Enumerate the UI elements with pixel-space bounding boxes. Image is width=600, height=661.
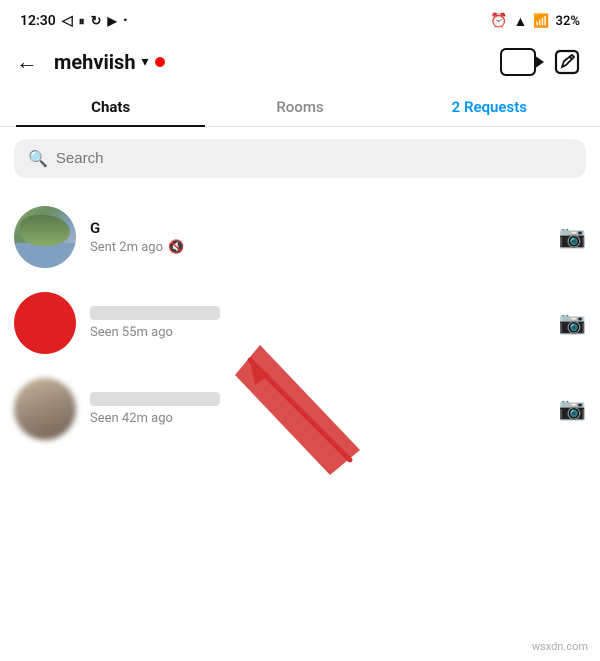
tab-requests[interactable]: 2 Requests <box>395 88 584 126</box>
status-right: ⏰ ▲ 📶 32% <box>490 13 580 30</box>
header-left: ← mehviish ▾ <box>16 49 165 75</box>
header-right <box>500 48 584 76</box>
chat-item-3[interactable]: Seen 42m ago 📷 <box>0 366 600 452</box>
battery-percent: 32% <box>556 14 580 29</box>
chat-item-1[interactable]: G Sent 2m ago 🔇 📷 <box>0 194 600 280</box>
username-row: mehviish ▾ <box>54 50 165 74</box>
search-bar: 🔍 <box>14 139 586 178</box>
video-call-button[interactable] <box>500 48 536 76</box>
watermark: wsxdn.com <box>532 640 588 653</box>
chat-info-1: G Sent 2m ago 🔇 <box>90 219 545 255</box>
status-time: 12:30 <box>20 13 56 29</box>
edit-icon <box>554 49 580 75</box>
dropdown-icon[interactable]: ▾ <box>142 54 149 70</box>
chat-name-2-blurred <box>90 306 220 320</box>
avatar-2 <box>14 292 76 354</box>
chat-status-1: Sent 2m ago 🔇 <box>90 240 545 255</box>
media-icon: ▶ <box>108 14 117 28</box>
nav-arrow-icon: ◁ <box>62 13 73 29</box>
status-left: 12:30 ◁ ⏸ ↻ ▶ · <box>20 13 128 29</box>
avatar-1 <box>14 206 76 268</box>
online-status-dot <box>155 57 165 67</box>
pause-icon: ⏸ <box>79 14 85 29</box>
camera-icon-3[interactable]: 📷 <box>559 397 586 422</box>
chat-list: G Sent 2m ago 🔇 📷 Seen 55m ago 📷 Seen 42… <box>0 190 600 456</box>
tab-rooms[interactable]: Rooms <box>205 88 394 126</box>
chat-status-2: Seen 55m ago <box>90 325 545 340</box>
chat-name-3-blurred <box>90 392 220 406</box>
camera-icon-1[interactable]: 📷 <box>559 225 586 250</box>
sync-icon: ↻ <box>91 14 102 29</box>
edit-button[interactable] <box>554 49 580 75</box>
signal-icon: 📶 <box>533 14 549 29</box>
back-button[interactable]: ← <box>16 49 38 75</box>
chat-info-3: Seen 42m ago <box>90 392 545 426</box>
header: ← mehviish ▾ <box>0 40 600 88</box>
chat-status-3: Seen 42m ago <box>90 411 545 426</box>
chat-name-1: G <box>90 219 545 237</box>
wifi-icon: ▲ <box>514 13 528 30</box>
tabs-bar: Chats Rooms 2 Requests <box>0 88 600 127</box>
video-call-icon <box>500 48 536 76</box>
chat-item-2[interactable]: Seen 55m ago 📷 <box>0 280 600 366</box>
avatar-3 <box>14 378 76 440</box>
alarm-icon: ⏰ <box>490 13 507 29</box>
mute-icon-1: 🔇 <box>168 240 184 255</box>
camera-icon-2[interactable]: 📷 <box>559 311 586 336</box>
search-input[interactable] <box>56 150 572 167</box>
status-bar: 12:30 ◁ ⏸ ↻ ▶ · ⏰ ▲ 📶 32% <box>0 0 600 40</box>
search-icon: 🔍 <box>28 149 48 168</box>
chat-info-2: Seen 55m ago <box>90 306 545 340</box>
username-label: mehviish <box>54 50 136 74</box>
tab-chats[interactable]: Chats <box>16 88 205 126</box>
